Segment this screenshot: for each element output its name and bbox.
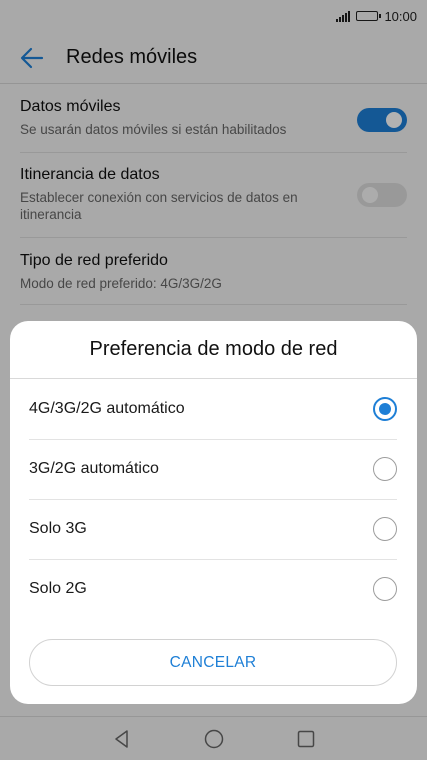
radio-unchecked-icon[interactable] bbox=[373, 457, 397, 481]
radio-unchecked-icon[interactable] bbox=[373, 517, 397, 541]
option-label: Solo 2G bbox=[29, 580, 87, 597]
network-mode-dialog: Preferencia de modo de red 4G/3G/2G auto… bbox=[10, 321, 417, 704]
option-label: 4G/3G/2G automático bbox=[29, 400, 185, 417]
dialog-title: Preferencia de modo de red bbox=[10, 321, 417, 379]
option-solo-3g[interactable]: Solo 3G bbox=[10, 499, 417, 559]
option-4g-3g-2g-auto[interactable]: 4G/3G/2G automático bbox=[10, 379, 417, 439]
option-3g-2g-auto[interactable]: 3G/2G automático bbox=[10, 439, 417, 499]
option-solo-2g[interactable]: Solo 2G bbox=[10, 559, 417, 619]
radio-unchecked-icon[interactable] bbox=[373, 577, 397, 601]
radio-checked-icon[interactable] bbox=[373, 397, 397, 421]
option-label: Solo 3G bbox=[29, 520, 87, 537]
option-label: 3G/2G automático bbox=[29, 460, 159, 477]
cancel-button[interactable]: CANCELAR bbox=[29, 639, 397, 686]
